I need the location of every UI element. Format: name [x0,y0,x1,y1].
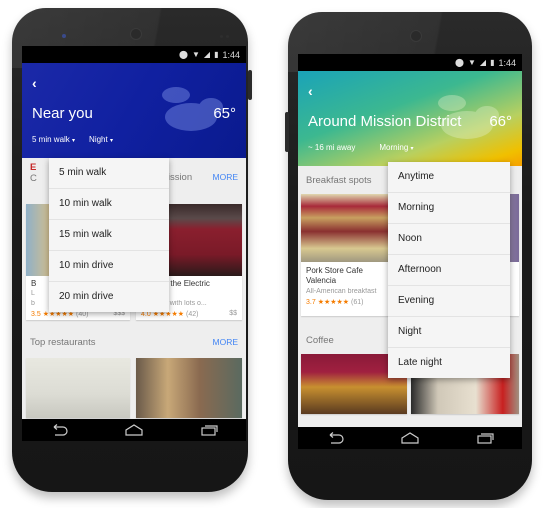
place-card[interactable] [136,358,242,418]
place-rating: 3.7 ★★★★★ (61) [306,298,363,306]
battery-icon: ▮ [214,50,219,59]
recents-icon[interactable] [199,424,219,436]
time-filter-label: Morning [379,143,409,152]
home-icon[interactable] [124,424,144,436]
front-camera [410,30,422,42]
dropdown-option[interactable]: Evening [388,286,510,317]
section-title: Breakfast spots [306,174,372,186]
caret-down-icon: ▾ [109,138,113,144]
time-filter[interactable]: Night ▾ [89,135,113,144]
signal-icon: ◢ [479,58,487,67]
place-name-line2: Valencia [306,276,337,285]
distance-filter-label: 5 min walk [32,135,70,144]
status-time: 1:44 [498,57,516,68]
page-title: Near you [32,105,93,122]
filter-row: ~ 16 mi away Morning ▾ [308,143,414,152]
rating-value: 3.5 [31,311,41,318]
back-icon[interactable]: ‹ [32,75,37,91]
nav-bar [298,427,522,449]
distance-label: ~ 16 mi away [308,143,356,152]
left-screen: ⬤ ▼ ◢ ▮ 1:44 ‹ Near you 65° 5 min walk ▾… [22,46,246,441]
page-title: Around Mission District [308,113,462,130]
home-icon[interactable] [400,432,420,444]
dropdown-option[interactable]: Anytime [388,162,510,193]
status-time: 1:44 [222,49,240,60]
left-phone-frame: ⬤ ▼ ◢ ▮ 1:44 ‹ Near you 65° 5 min walk ▾… [12,8,252,492]
more-link[interactable]: MORE [213,172,239,182]
distance-dropdown-menu: 5 min walk 10 min walk 15 min walk 10 mi… [49,158,169,312]
status-bar: ⬤ ▼ ◢ ▮ 1:44 [22,46,246,63]
battery-icon: ▮ [490,58,495,67]
place-desc: All-American breakfast [306,288,377,295]
review-count: (40) [76,311,89,318]
wifi-icon: ▼ [467,58,476,67]
back-icon[interactable]: ‹ [308,83,313,99]
dropdown-option[interactable]: 10 min walk [49,189,169,220]
dropdown-option[interactable]: 10 min drive [49,251,169,282]
distance-filter[interactable]: 5 min walk ▾ [32,135,75,144]
star-icons: ★★★★★ [42,311,75,318]
recents-icon[interactable] [475,432,495,444]
location-icon: ⬤ [455,58,464,67]
status-bar: ⬤ ▼ ◢ ▮ 1:44 [298,54,522,71]
caret-down-icon: ▾ [410,146,414,152]
review-count: (61) [351,299,364,306]
more-link[interactable]: MORE [213,337,239,347]
place-name-line1: Pork Store Cafe [306,266,363,275]
time-filter-label: Night [89,135,108,144]
place-card[interactable] [26,358,130,418]
dropdown-option[interactable]: Noon [388,224,510,255]
time-filter[interactable]: Morning ▾ [379,143,413,152]
dropdown-option[interactable]: Late night [388,348,510,378]
place-photo [136,358,242,418]
price-level: $$ [229,310,237,317]
dropdown-option[interactable]: Morning [388,193,510,224]
hero-header: ‹ Near you 65° 5 min walk ▾ Night ▾ [22,63,246,158]
badge-letter: E [30,162,37,173]
back-icon[interactable] [325,432,345,444]
dropdown-option[interactable]: 15 min walk [49,220,169,251]
section-title: Top restaurants [30,336,96,348]
dropdown-option[interactable]: 5 min walk [49,158,169,189]
dropdown-option[interactable]: Afternoon [388,255,510,286]
location-icon: ⬤ [179,50,188,59]
power-button [248,70,252,100]
star-icons: ★★★★★ [317,299,350,306]
light-sensor [226,35,229,38]
place-photo [26,358,130,418]
filter-row: 5 min walk ▾ Night ▾ [32,135,113,144]
right-screen: ⬤ ▼ ◢ ▮ 1:44 ‹ Around Mission District 6… [298,54,522,449]
rating-value: 3.7 [306,299,316,306]
time-dropdown-menu: Anytime Morning Noon Afternoon Evening N… [388,162,510,378]
back-icon[interactable] [49,424,69,436]
hero-header: ‹ Around Mission District 66° ~ 16 mi aw… [298,71,522,166]
temperature: 66° [489,113,512,130]
caret-down-icon: ▾ [72,138,76,144]
dropdown-option[interactable]: 20 min drive [49,282,169,312]
review-count: (42) [186,311,199,318]
front-sensor-dot [62,34,66,38]
section-header: Top restaurants MORE [22,328,246,356]
right-phone-frame: ⬤ ▼ ◢ ▮ 1:44 ‹ Around Mission District 6… [285,12,532,500]
temperature: 65° [213,105,236,122]
star-icons: ★★★★★ [152,311,185,318]
volume-button [285,112,289,152]
rating-value: 4.0 [141,311,151,318]
dropdown-option[interactable]: Night [388,317,510,348]
proximity-sensor [220,35,223,38]
section-title: Coffee [306,334,334,346]
nav-bar [22,419,246,441]
section-title-start: C [30,173,37,184]
wifi-icon: ▼ [191,50,200,59]
place-name: Pork Store Cafe Valencia [306,266,400,286]
front-camera [130,28,142,40]
signal-icon: ◢ [203,50,211,59]
